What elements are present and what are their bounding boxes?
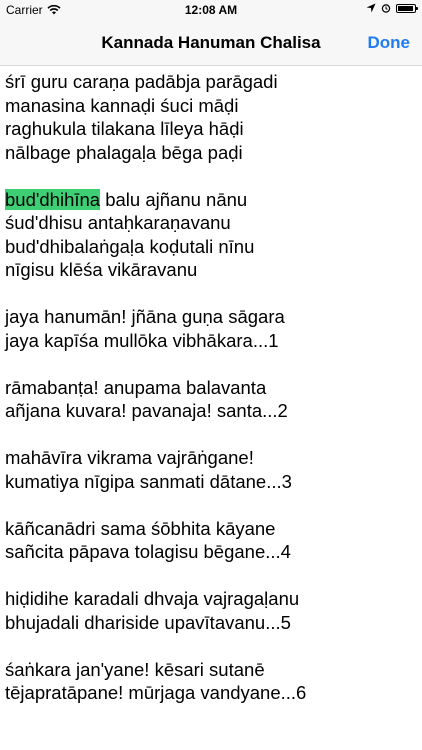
verse: bud'dhihīna balu ajñanu nānu śud'dhisu an…: [5, 188, 417, 282]
verse: mahāvīra vikrama vajrāṅgane! kumatiya nīg…: [5, 446, 417, 493]
lyric-line: manasina kannaḍi śuci māḍi: [5, 94, 239, 116]
battery-icon: [396, 3, 418, 13]
highlighted-word[interactable]: bud'dhihīna: [5, 188, 101, 210]
lyric-line: tējapratāpane! mūrjaga vandyane...6: [5, 682, 307, 703]
alarm-icon: [381, 4, 391, 13]
verse: rāmabanṭa! anupama balavanta añjana kuvar…: [5, 376, 417, 423]
lyric-line: bud'dhihīna balu ajñanu nānu: [5, 188, 417, 212]
lyric-line: nīgisu klēśa vikāravanu: [5, 259, 198, 280]
lyric-line: raghukula tilakana līleya hāḍi: [5, 118, 244, 139]
lyric-line: hiḍidihe karadali dhvaja vajragaḷanu: [5, 588, 300, 609]
lyric-line: kāñcanādri sama śōbhita kāyane: [5, 517, 276, 539]
lyrics-content: śrī guru caraṇa padābja parāgadi manasina…: [5, 70, 417, 728]
lyric-line: rāmabanṭa! anupama balavanta: [5, 376, 267, 398]
lyric-line: śrī guru caraṇa padābja parāgadi: [5, 71, 278, 92]
lyric-line: nālbage phalagaḷa bēga paḍi: [5, 141, 243, 163]
status-time: 12:08 AM: [184, 3, 238, 17]
lyric-line: bhujadali dhariside upavītavanu...5: [5, 611, 291, 633]
lyric-line: mahāvīra vikrama vajrāṅgane!: [5, 447, 254, 468]
done-button[interactable]: Done: [368, 33, 411, 53]
nav-title: Kannada Hanuman Chalisa: [101, 33, 321, 52]
navigation-bar: Kannada Hanuman Chalisa Done: [0, 20, 422, 66]
lyric-line: jaya kapīśa mullōka vibhākara...1: [5, 329, 279, 351]
battery-level: [398, 5, 413, 11]
status-right: [366, 3, 418, 13]
verse: śrī guru caraṇa padābja parāgadi manasina…: [5, 70, 417, 164]
verse: kāñcanādri sama śōbhita kāyane sañcita pā…: [5, 517, 417, 564]
lyric-line: sañcita pāpava tolagisu bēgane...4: [5, 541, 291, 562]
verse: jaya hanumān! jñāna guṇa sāgara jaya kapī…: [5, 305, 417, 352]
verse: hiḍidihe karadali dhvaja vajragaḷanu bhuj…: [5, 587, 417, 634]
lyric-line: bud'dhibalaṅgaḷa koḍutali nīnu: [5, 235, 255, 257]
lyric-line: kumatiya nīgipa sanmati dātane...3: [5, 470, 292, 492]
verse: śaṅkara jan'yane! kēsari sutanē tējapratā…: [5, 658, 417, 705]
lyric-line: jaya hanumān! jñāna guṇa sāgara: [5, 306, 285, 327]
lyric-line-text: balu ajñanu nānu: [100, 188, 248, 210]
lyric-line: śud'dhisu antaḥkaraṇavanu: [5, 212, 231, 233]
status-bar: Carrier 12:08 AM: [0, 0, 422, 20]
lyric-line: añjana kuvara! pavanaja! santa...2: [5, 400, 288, 421]
location-arrow-icon: [366, 3, 376, 13]
lyric-line: śaṅkara jan'yane! kēsari sutanē: [5, 658, 265, 680]
